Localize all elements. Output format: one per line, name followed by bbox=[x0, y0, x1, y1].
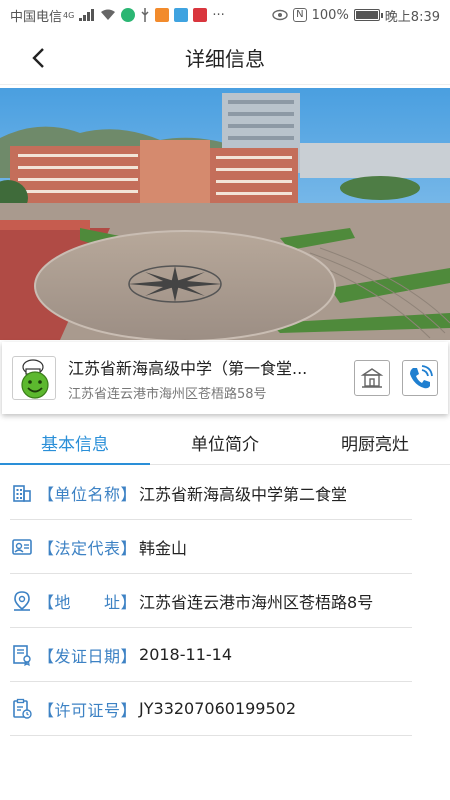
canteen-photo bbox=[0, 88, 450, 340]
license-clipboard-icon bbox=[10, 697, 34, 721]
canteen-info-card: 江苏省新海高级中学（第一食堂... 江苏省连云港市海州区苍梧路58号 bbox=[2, 342, 448, 414]
phone-icon bbox=[410, 365, 433, 389]
id-card-icon bbox=[10, 535, 34, 559]
wifi-icon bbox=[101, 9, 116, 20]
certificate-icon bbox=[10, 643, 34, 667]
battery-icon bbox=[353, 9, 383, 21]
address-value: 江苏省连云港市海州区苍梧路8号 bbox=[139, 592, 374, 612]
issue-date-label: 【发证日期】 bbox=[38, 646, 138, 666]
detail-tabs: 基本信息 单位简介 明厨亮灶 bbox=[0, 420, 450, 465]
info-row-issue-date: 【发证日期】 2018-11-14 bbox=[10, 628, 412, 682]
basic-info-list: 【单位名称】 江苏省新海高级中学第二食堂 【法定代表】 韩金山 【地 址】 江苏… bbox=[0, 466, 450, 736]
license-no-value: JY33207060199502 bbox=[139, 699, 297, 718]
canteen-logo bbox=[12, 356, 56, 400]
signal-icon bbox=[79, 9, 95, 21]
battery-percent: 100% bbox=[311, 7, 349, 23]
battery-fill bbox=[355, 11, 378, 19]
page-title: 详细信息 bbox=[185, 46, 265, 71]
more-notifications-icon: ··· bbox=[212, 7, 225, 23]
photo-app-icon bbox=[174, 8, 189, 22]
canteen-name: 江苏省新海高级中学（第一食堂... bbox=[68, 358, 308, 378]
unit-name-label: 【单位名称】 bbox=[38, 484, 138, 504]
canteen-address: 江苏省连云港市海州区苍梧路58号 bbox=[68, 386, 267, 402]
eye-comfort-icon bbox=[272, 9, 288, 21]
network-type: 4G bbox=[63, 10, 75, 20]
carrier-label: 中国电信 bbox=[10, 9, 63, 25]
nfc-icon: N bbox=[293, 8, 307, 22]
building-button[interactable] bbox=[354, 360, 390, 396]
address-label: 【地 址】 bbox=[38, 592, 138, 612]
clock: 晚上8:39 bbox=[384, 9, 440, 25]
video-app-icon bbox=[155, 8, 170, 22]
building-icon bbox=[10, 481, 34, 505]
info-row-address: 【地 址】 江苏省连云港市海州区苍梧路8号 bbox=[10, 574, 412, 628]
building-icon bbox=[360, 368, 384, 388]
location-pin-icon bbox=[10, 589, 34, 613]
chevron-left-icon bbox=[32, 48, 44, 68]
back-button[interactable] bbox=[24, 44, 52, 72]
school-photo-illustration bbox=[0, 88, 450, 340]
usb-icon bbox=[141, 8, 149, 22]
info-row-license-no: 【许可证号】 JY33207060199502 bbox=[10, 682, 412, 736]
status-bar: 中国电信 4G ··· N 100% 晚上8:39 bbox=[0, 0, 450, 30]
app-header: 详细信息 bbox=[0, 30, 450, 85]
info-row-unit-name: 【单位名称】 江苏省新海高级中学第二食堂 bbox=[10, 466, 412, 520]
app-notification-icon bbox=[121, 8, 136, 22]
call-button[interactable] bbox=[402, 360, 438, 396]
issue-date-value: 2018-11-14 bbox=[139, 645, 232, 664]
chef-smiley-icon bbox=[21, 359, 49, 399]
legal-rep-label: 【法定代表】 bbox=[38, 538, 138, 558]
legal-rep-value: 韩金山 bbox=[139, 538, 188, 558]
info-row-legal-rep: 【法定代表】 韩金山 bbox=[10, 520, 412, 574]
news-app-icon bbox=[193, 8, 208, 22]
tab-basic-info[interactable]: 基本信息 bbox=[0, 420, 150, 465]
tab-unit-intro[interactable]: 单位简介 bbox=[150, 420, 300, 464]
tab-open-kitchen[interactable]: 明厨亮灶 bbox=[300, 420, 450, 464]
unit-name-value: 江苏省新海高级中学第二食堂 bbox=[139, 484, 348, 504]
license-no-label: 【许可证号】 bbox=[38, 700, 138, 720]
